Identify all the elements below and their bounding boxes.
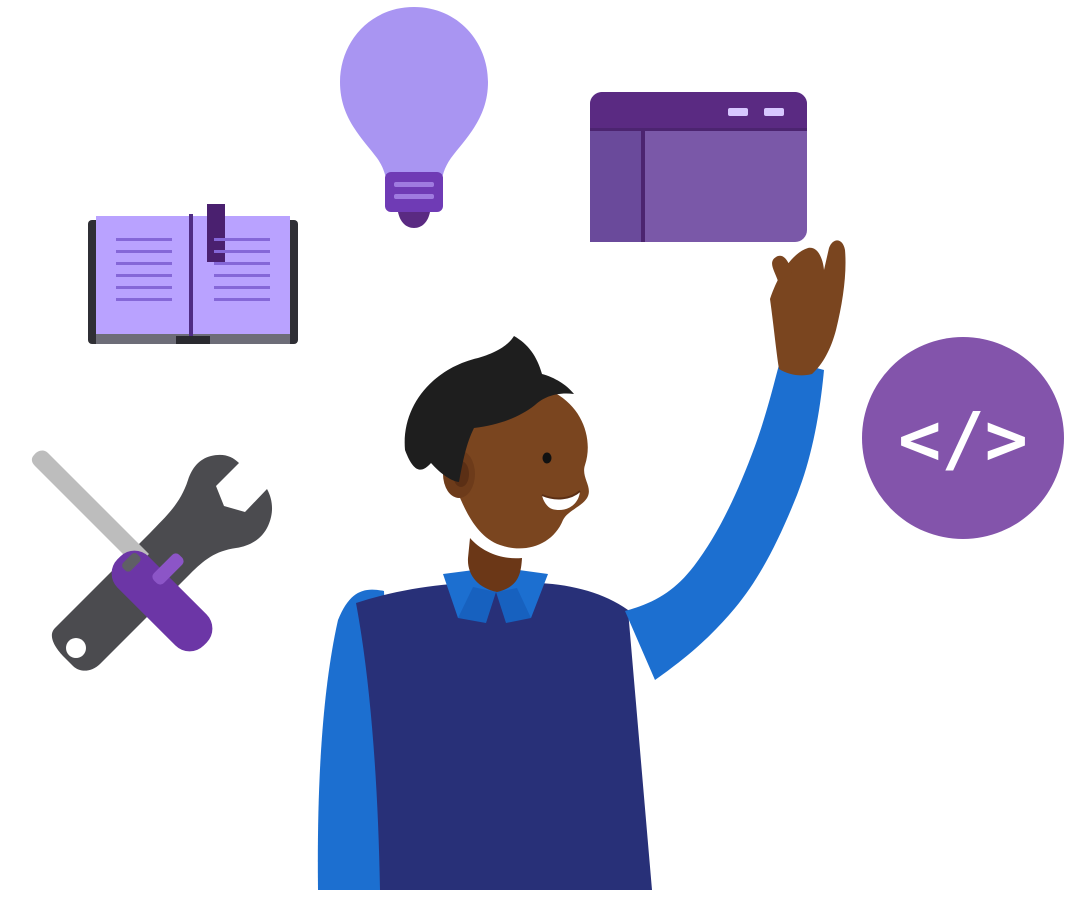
person-illustration (317, 240, 846, 890)
code-brackets-icon: </> (862, 337, 1064, 539)
lightbulb-icon (340, 7, 488, 228)
illustration-canvas: </> (0, 0, 1069, 901)
open-book-icon (88, 204, 298, 344)
illustration-svg: </> (31, 7, 1064, 890)
browser-window-icon (590, 92, 807, 242)
code-symbol-label: </> (898, 397, 1028, 481)
screwdriver-wrench-icon (31, 450, 273, 671)
